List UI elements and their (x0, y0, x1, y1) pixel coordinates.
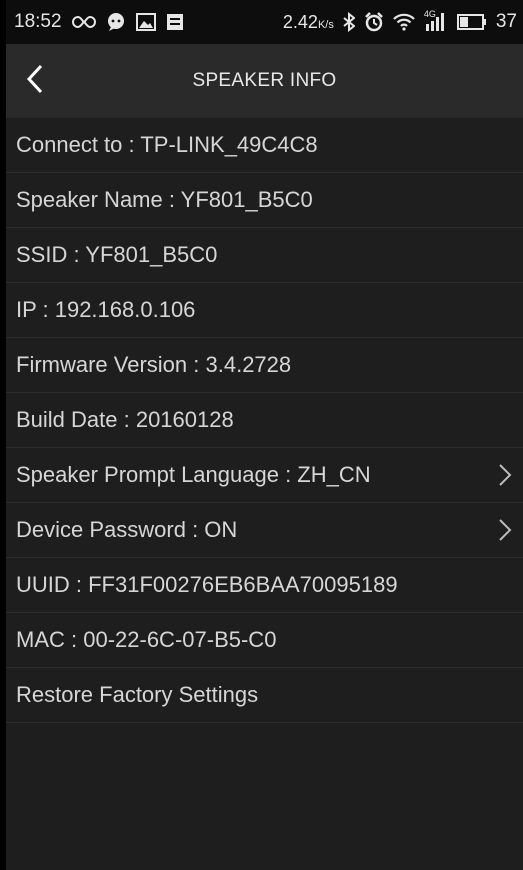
info-row-ip: IP : 192.168.0.106 (6, 283, 523, 338)
bluetooth-icon (343, 12, 355, 32)
status-bar: 18:52 2.42K/s 4G 37 (6, 0, 523, 44)
restore-factory-settings-label: Restore Factory Settings (16, 682, 259, 707)
signal-icon: 4G (423, 9, 448, 32)
info-row-uuid: UUID : FF31F00276EB6BAA70095189 (6, 558, 523, 613)
uuid-label: UUID : FF31F00276EB6BAA70095189 (16, 572, 398, 597)
info-row-build-date: Build Date : 20160128 (6, 393, 523, 448)
battery-icon (456, 14, 487, 30)
alarm-icon (364, 12, 384, 32)
status-right: 2.42K/s 4G 37 (282, 9, 517, 33)
ip-label: IP : 192.168.0.106 (16, 297, 196, 322)
info-row-connect-to: Connect to : TP-LINK_49C4C8 (6, 118, 523, 173)
connect-to-label: Connect to : TP-LINK_49C4C8 (16, 132, 318, 157)
speaker-prompt-language-item[interactable]: Speaker Prompt Language : ZH_CN (6, 448, 523, 503)
infinity-icon (71, 15, 96, 29)
chevron-left-icon (26, 64, 44, 99)
speaker-name-label: Speaker Name : YF801_B5C0 (16, 187, 313, 212)
info-row-ssid: SSID : YF801_B5C0 (6, 228, 523, 283)
chevron-right-icon (497, 518, 513, 542)
back-button[interactable] (20, 61, 50, 101)
device-password-label: Device Password : ON (16, 517, 238, 542)
network-type: 4G (423, 9, 436, 19)
info-row-mac: MAC : 00-22-6C-07-B5-C0 (6, 613, 523, 668)
ssid-label: SSID : YF801_B5C0 (16, 242, 218, 267)
info-row-firmware-version: Firmware Version : 3.4.2728 (6, 338, 523, 393)
chat-icon (106, 12, 126, 32)
network-speed: 2.42K/s (282, 11, 334, 32)
status-time: 18:52 (14, 11, 62, 32)
image-icon (135, 13, 156, 31)
mac-label: MAC : 00-22-6C-07-B5-C0 (16, 627, 277, 652)
page-title: SPEAKER INFO (192, 70, 337, 91)
wifi-icon (393, 13, 415, 31)
speaker-prompt-language-label: Speaker Prompt Language : ZH_CN (16, 462, 371, 487)
restore-factory-settings-button[interactable]: Restore Factory Settings (6, 668, 523, 723)
screen: 18:52 2.42K/s 4G 37 SPEAKER INFO Connect… (6, 0, 523, 870)
header: SPEAKER INFO (6, 44, 523, 118)
battery-level: 37 (495, 11, 517, 32)
notes-icon (166, 13, 184, 31)
device-password-item[interactable]: Device Password : ON (6, 503, 523, 558)
firmware-version-label: Firmware Version : 3.4.2728 (16, 352, 292, 377)
speaker-info-list: Connect to : TP-LINK_49C4C8 Speaker Name… (6, 118, 523, 723)
chevron-right-icon (497, 463, 513, 487)
info-row-speaker-name: Speaker Name : YF801_B5C0 (6, 173, 523, 228)
status-left: 18:52 (14, 11, 184, 33)
build-date-label: Build Date : 20160128 (16, 407, 234, 432)
